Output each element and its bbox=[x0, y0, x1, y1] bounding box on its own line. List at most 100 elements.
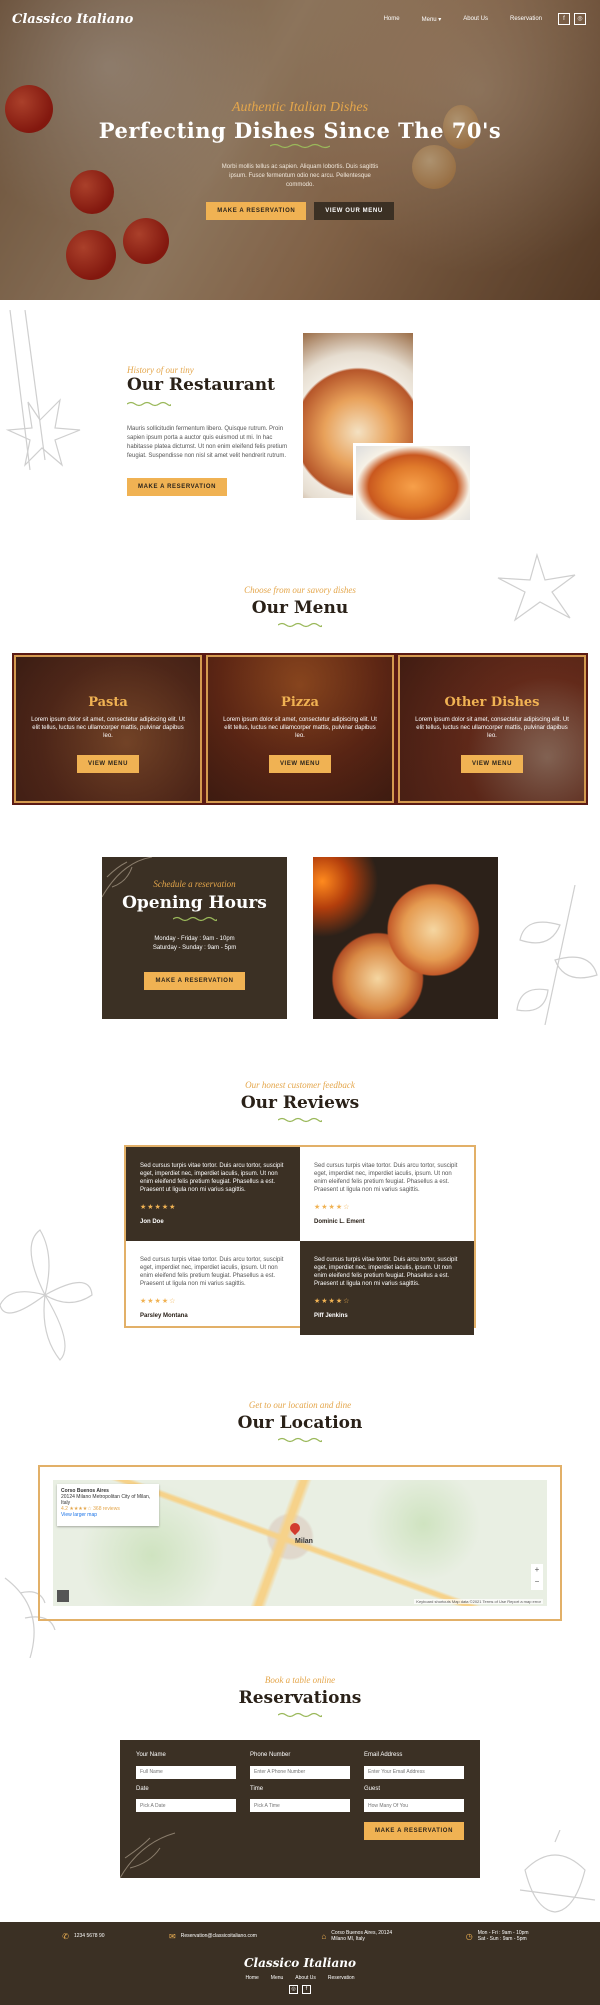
hero-section: Classico Italiano Home Menu ▾ About Us R… bbox=[0, 0, 600, 300]
footer-link-reservation[interactable]: Reservation bbox=[328, 1975, 355, 1981]
location-section: Get to our location and dine Our Locatio… bbox=[0, 1400, 600, 1630]
menu-card-other: Other Dishes Lorem ipsum dolor sit amet,… bbox=[396, 653, 588, 805]
menu-card-title: Pizza bbox=[281, 695, 319, 710]
site-logo[interactable]: Classico Italiano bbox=[12, 12, 133, 27]
rating-stars: ★★★★☆ bbox=[314, 1204, 351, 1211]
email-label: Email Address bbox=[364, 1752, 403, 1758]
menu-card-body: Lorem ipsum dolor sit amet, consectetur … bbox=[223, 717, 377, 739]
footer-phone[interactable]: 1234 5678 90 bbox=[74, 1933, 105, 1939]
map-frame: Corso Buenos Aires 20124 Milano Metropol… bbox=[38, 1465, 562, 1621]
view-menu-button[interactable]: View Menu bbox=[268, 755, 332, 773]
instagram-icon[interactable]: ◎ bbox=[574, 13, 586, 25]
top-nav: Classico Italiano Home Menu ▾ About Us R… bbox=[0, 0, 600, 36]
reviews-title: Our Reviews bbox=[240, 1093, 360, 1113]
instagram-icon[interactable]: ◎ bbox=[289, 1985, 298, 1994]
reservations-title: Reservations bbox=[238, 1688, 362, 1708]
rating-stars: ★★★★☆ bbox=[314, 1298, 351, 1305]
review-card: Sed cursus turpis vitae tortor. Duis arc… bbox=[126, 1147, 300, 1241]
rating-stars: ★★★★☆ bbox=[140, 1298, 177, 1305]
map-zoom-control[interactable]: + − bbox=[531, 1564, 543, 1590]
pizza-photo bbox=[313, 857, 498, 1019]
clock-icon: ◷ bbox=[465, 1931, 473, 1941]
hours-weekday: Monday - Friday : 9am - 10pm bbox=[154, 936, 235, 942]
street-view-icon[interactable] bbox=[57, 1590, 69, 1602]
menu-card-title: Pasta bbox=[88, 695, 128, 710]
footer-hours: Mon - Fri : 9am - 10pm Sat - Sun : 9am -… bbox=[477, 1930, 529, 1942]
menu-title: Our Menu bbox=[251, 598, 349, 618]
name-label: Your Name bbox=[136, 1752, 166, 1758]
hours-reservation-button[interactable]: Make a Reservation bbox=[144, 972, 245, 990]
map-city-label: Milan bbox=[295, 1537, 313, 1545]
name-input[interactable] bbox=[136, 1765, 236, 1779]
submit-reservation-button[interactable]: Make a Reservation bbox=[363, 1822, 464, 1840]
review-card: Sed cursus turpis vitae tortor. Duis arc… bbox=[300, 1241, 474, 1335]
location-icon: ⌂ bbox=[321, 1931, 327, 1941]
footer-logo[interactable]: Classico Italiano bbox=[0, 1956, 600, 1970]
restaurant-script: History of our tiny bbox=[127, 365, 194, 375]
review-text: Sed cursus turpis vitae tortor. Duis arc… bbox=[314, 1257, 458, 1287]
map-pin-icon[interactable] bbox=[288, 1520, 303, 1535]
time-input[interactable] bbox=[250, 1799, 350, 1812]
hero-menu-button[interactable]: View our Menu bbox=[314, 202, 394, 220]
menu-section: Choose from our savory dishes Our Menu P… bbox=[0, 585, 600, 815]
phone-label: Phone Number bbox=[250, 1752, 291, 1758]
hero-subtitle: Authentic Italian Dishes bbox=[231, 100, 369, 115]
phone-input[interactable] bbox=[250, 1765, 350, 1779]
site-footer: ✆ 1234 5678 90 ✉ Reservation@classicoitali… bbox=[0, 1922, 600, 2005]
email-input[interactable] bbox=[364, 1765, 464, 1779]
view-menu-button[interactable]: View Menu bbox=[460, 755, 524, 773]
reservations-script: Book a table online bbox=[264, 1675, 336, 1685]
guest-input[interactable] bbox=[364, 1799, 464, 1812]
nav-item-about[interactable]: About Us bbox=[463, 16, 488, 23]
divider-ornament-icon bbox=[172, 916, 217, 922]
reviews-script: Our honest customer feedback bbox=[245, 1080, 355, 1090]
map-larger-link[interactable]: View larger map bbox=[61, 1512, 155, 1518]
review-text: Sed cursus turpis vitae tortor. Duis arc… bbox=[140, 1257, 284, 1287]
divider-ornament-icon bbox=[278, 622, 322, 628]
hero-content: Authentic Italian Dishes Perfecting Dish… bbox=[0, 100, 600, 220]
basil-sketch-icon bbox=[516, 885, 598, 1025]
footer-email[interactable]: Reservation@classicoitaliano.com bbox=[181, 1933, 257, 1939]
facebook-icon[interactable]: f bbox=[302, 1985, 311, 1994]
hours-panel: Schedule a reservation Opening Hours Mon… bbox=[102, 857, 287, 1019]
location-title: Our Location bbox=[237, 1413, 363, 1433]
menu-script: Choose from our savory dishes bbox=[244, 585, 356, 595]
restaurant-reservation-button[interactable]: Make a Reservation bbox=[127, 478, 228, 496]
hero-reservation-button[interactable]: Make a Reservation bbox=[206, 202, 307, 220]
divider-ornament-icon bbox=[278, 1117, 322, 1123]
menu-card-pizza: Pizza Lorem ipsum dolor sit amet, consec… bbox=[204, 653, 396, 805]
reservation-form: Your Name Phone Number Email Address Dat… bbox=[120, 1740, 480, 1878]
rating-stars: ★★★★★ bbox=[140, 1204, 177, 1211]
reservations-section: Book a table online Reservations Your Na… bbox=[0, 1675, 600, 1880]
reviewer-name: Jon Doe bbox=[140, 1219, 164, 1225]
review-card: Sed cursus turpis vitae tortor. Duis arc… bbox=[300, 1147, 474, 1241]
footer-link-home[interactable]: Home bbox=[245, 1975, 258, 1981]
leaf-sketch-icon bbox=[120, 1832, 176, 1878]
phone-icon: ✆ bbox=[62, 1931, 69, 1941]
review-text: Sed cursus turpis vitae tortor. Duis arc… bbox=[140, 1163, 284, 1193]
nav-item-menu[interactable]: Menu ▾ bbox=[422, 16, 442, 23]
map-credits: Keyboard shortcuts Map data ©2021 Terms … bbox=[414, 1599, 543, 1604]
hero-body: Morbi mollis tellus ac sapien. Aliquam l… bbox=[221, 164, 379, 188]
restaurant-body: Mauris sollicitudin fermentum libero. Qu… bbox=[127, 426, 288, 459]
divider-ornament-icon bbox=[270, 143, 330, 149]
restaurant-section: History of our tiny Our Restaurant Mauri… bbox=[0, 325, 600, 555]
facebook-icon[interactable]: f bbox=[558, 13, 570, 25]
view-menu-button[interactable]: View Menu bbox=[76, 755, 140, 773]
map-place-address: 20124 Milano Metropolitan City of Milan,… bbox=[61, 1494, 151, 1506]
penne-photo bbox=[353, 443, 473, 523]
hours-weekend: Saturday - Sunday : 9am - 5pm bbox=[152, 945, 237, 951]
nav-item-home[interactable]: Home bbox=[384, 16, 400, 23]
review-text: Sed cursus turpis vitae tortor. Duis arc… bbox=[314, 1163, 458, 1193]
date-input[interactable] bbox=[136, 1799, 236, 1812]
review-card: Sed cursus turpis vitae tortor. Duis arc… bbox=[126, 1241, 300, 1335]
footer-link-menu[interactable]: Menu bbox=[271, 1975, 284, 1981]
menu-card-body: Lorem ipsum dolor sit amet, consectetur … bbox=[31, 717, 185, 739]
google-map[interactable]: Corso Buenos Aires 20124 Milano Metropol… bbox=[53, 1480, 547, 1606]
footer-link-about[interactable]: About Us bbox=[295, 1975, 316, 1981]
leaf-sketch-icon bbox=[102, 857, 153, 898]
reviews-section: Our honest customer feedback Our Reviews… bbox=[0, 1080, 600, 1335]
divider-ornament-icon bbox=[127, 401, 171, 407]
nav-item-reservation[interactable]: Reservation bbox=[510, 16, 542, 23]
menu-card-title: Other Dishes bbox=[444, 695, 540, 710]
